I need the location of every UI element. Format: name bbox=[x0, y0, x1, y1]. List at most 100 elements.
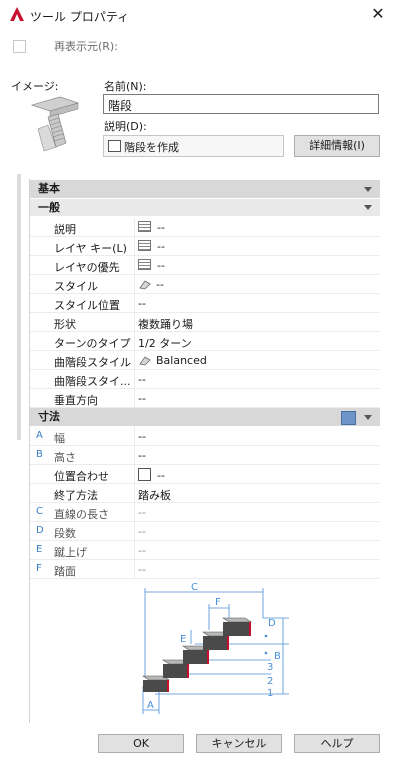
ok-button[interactable]: OK bbox=[98, 734, 184, 753]
column-divider[interactable] bbox=[134, 427, 135, 446]
property-value-text: -- bbox=[138, 449, 146, 462]
property-value-text: -- bbox=[138, 297, 146, 310]
general-row[interactable]: スタイル位置 -- bbox=[30, 294, 380, 313]
column-divider[interactable] bbox=[134, 256, 135, 275]
section-dimensions-label: 寸法 bbox=[38, 410, 60, 423]
dimension-row[interactable]: B 高さ -- bbox=[30, 446, 380, 465]
column-divider[interactable] bbox=[134, 370, 135, 389]
diagram-label-d: D bbox=[268, 618, 276, 629]
help-button[interactable]: ヘルプ bbox=[294, 734, 380, 753]
property-label: レイヤ キー(L) bbox=[54, 242, 127, 255]
column-divider[interactable] bbox=[134, 218, 135, 237]
dimension-row[interactable]: E 蹴上げ -- bbox=[30, 541, 380, 560]
dimension-row[interactable]: D 段数 -- bbox=[30, 522, 380, 541]
column-divider[interactable] bbox=[134, 503, 135, 522]
description-label: 説明(D): bbox=[104, 120, 147, 133]
general-row[interactable]: 曲階段スタイ... -- bbox=[30, 370, 380, 389]
property-value[interactable]: -- bbox=[138, 544, 146, 557]
property-value-text: Balanced bbox=[156, 354, 207, 367]
property-label: スタイル bbox=[54, 280, 98, 293]
section-general[interactable]: 一般 bbox=[30, 199, 380, 216]
collapse-arrow-icon[interactable] bbox=[364, 415, 372, 420]
sidebar-scroll-handle[interactable] bbox=[17, 174, 21, 440]
dimension-letter: F bbox=[36, 563, 42, 574]
column-divider[interactable] bbox=[134, 389, 135, 408]
property-value[interactable]: -- bbox=[138, 449, 146, 462]
property-value[interactable]: Balanced bbox=[138, 354, 207, 367]
property-value[interactable]: -- bbox=[138, 240, 165, 253]
property-label: 形状 bbox=[54, 318, 76, 331]
property-value-text: -- bbox=[157, 221, 165, 234]
property-value[interactable]: -- bbox=[138, 278, 164, 291]
general-row[interactable]: 曲階段スタイル Balanced bbox=[30, 351, 380, 370]
property-value[interactable]: -- bbox=[138, 259, 165, 272]
property-value[interactable]: -- bbox=[138, 392, 146, 405]
collapse-arrow-icon[interactable] bbox=[364, 187, 372, 192]
property-value-text: -- bbox=[138, 373, 146, 386]
square-icon bbox=[138, 468, 151, 481]
column-divider[interactable] bbox=[134, 275, 135, 294]
description-field[interactable]: 階段を作成 bbox=[103, 135, 284, 157]
column-divider[interactable] bbox=[134, 313, 135, 332]
general-row[interactable]: 説明 -- bbox=[30, 218, 380, 237]
column-divider[interactable] bbox=[134, 560, 135, 579]
column-divider[interactable] bbox=[134, 351, 135, 370]
property-value-text: -- bbox=[138, 430, 146, 443]
section-dimensions[interactable]: 寸法 bbox=[30, 408, 380, 426]
general-row[interactable]: スタイル -- bbox=[30, 275, 380, 294]
column-divider[interactable] bbox=[134, 541, 135, 560]
name-input[interactable]: 階段 bbox=[103, 94, 379, 114]
property-value[interactable]: 1/2 ターン bbox=[138, 335, 192, 351]
column-divider[interactable] bbox=[134, 484, 135, 503]
dimension-row[interactable]: C 直線の長さ -- bbox=[30, 503, 380, 522]
dimension-tool-icon[interactable] bbox=[341, 411, 356, 425]
general-row[interactable]: レイヤの優先 -- bbox=[30, 256, 380, 275]
property-label: 曲階段スタイ... bbox=[54, 375, 131, 388]
general-row[interactable]: 形状 複数踊り場 bbox=[30, 313, 380, 332]
column-divider[interactable] bbox=[134, 294, 135, 313]
image-label: イメージ: bbox=[11, 80, 59, 93]
property-value[interactable]: -- bbox=[138, 297, 146, 310]
dimension-row[interactable]: A 幅 -- bbox=[30, 427, 380, 446]
description-value: 階段を作成 bbox=[124, 141, 179, 154]
dimension-letter: E bbox=[36, 544, 43, 555]
property-value[interactable]: -- bbox=[138, 373, 146, 386]
stair-thumbnail-icon[interactable] bbox=[30, 95, 80, 155]
property-value[interactable]: -- bbox=[138, 468, 165, 482]
property-value[interactable]: -- bbox=[138, 525, 146, 538]
description-icon bbox=[108, 140, 121, 152]
property-label: 説明 bbox=[54, 223, 76, 236]
section-basic[interactable]: 基本 bbox=[30, 180, 380, 198]
property-value[interactable]: 複数踊り場 bbox=[138, 316, 193, 332]
detail-info-button[interactable]: 詳細情報(I) bbox=[294, 135, 380, 157]
property-label: レイヤの優先 bbox=[54, 261, 120, 274]
column-divider[interactable] bbox=[134, 332, 135, 351]
property-value[interactable]: -- bbox=[138, 506, 146, 519]
grid-icon bbox=[138, 221, 151, 232]
cancel-button[interactable]: キャンセル bbox=[196, 734, 282, 753]
dimension-row[interactable]: 位置合わせ -- bbox=[30, 465, 380, 484]
property-value[interactable]: -- bbox=[138, 563, 146, 576]
property-value[interactable]: 踏み板 bbox=[138, 487, 171, 503]
column-divider[interactable] bbox=[134, 522, 135, 541]
general-row[interactable]: レイヤ キー(L) -- bbox=[30, 237, 380, 256]
diagram-label-e: E bbox=[180, 634, 186, 645]
diagram-label-c: C bbox=[191, 582, 198, 593]
property-value-text: -- bbox=[138, 544, 146, 557]
close-icon[interactable]: ✕ bbox=[368, 4, 388, 24]
column-divider[interactable] bbox=[134, 446, 135, 465]
dimension-row[interactable]: 終了方法 踏み板 bbox=[30, 484, 380, 503]
curved-stair-icon bbox=[138, 355, 152, 366]
property-value-text: -- bbox=[157, 469, 165, 482]
property-value[interactable]: -- bbox=[138, 430, 146, 443]
property-value[interactable]: -- bbox=[138, 221, 165, 234]
grid-icon bbox=[138, 240, 151, 251]
general-row[interactable]: ターンのタイプ 1/2 ターン bbox=[30, 332, 380, 351]
dimension-row[interactable]: F 踏面 -- bbox=[30, 560, 380, 579]
refresh-checkbox[interactable] bbox=[13, 40, 26, 53]
collapse-arrow-icon[interactable] bbox=[364, 205, 372, 210]
general-row[interactable]: 垂直方向 -- bbox=[30, 389, 380, 408]
column-divider[interactable] bbox=[134, 237, 135, 256]
column-divider[interactable] bbox=[134, 465, 135, 484]
dimension-letter: B bbox=[36, 449, 43, 460]
